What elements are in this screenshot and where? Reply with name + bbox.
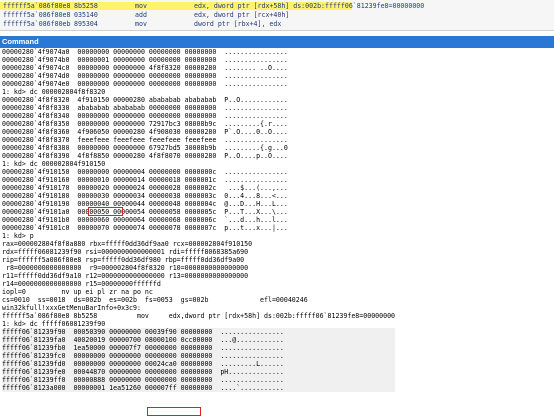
disasm-operands: edx, dword ptr [rdx+58h] ds:002b:fffff06…	[194, 2, 425, 10]
output-line: 00000280`4f910190 00000040 00000044 0000…	[2, 200, 288, 208]
command-output[interactable]: 00000280`4f9074a0 00000000 00000000 0000…	[0, 48, 554, 417]
output-line: 00000280`4f8f8390 4f8f8850 00000280 4f8f…	[2, 152, 288, 160]
disasm-row[interactable]: ffffff5a`086f80e8 035140 add edx, dword …	[0, 11, 554, 19]
disassembly-pane: ffffff5a`086f80e8 8b5258 mov edx, dword …	[0, 0, 554, 31]
disasm-mnemonic: mov	[135, 2, 147, 10]
command-window-title: Command	[2, 37, 39, 46]
output-line: 00000280`4f9074d0 00000000 00000000 0000…	[2, 72, 288, 80]
output-line: 00000280`4f8f8370 feeefeee feeefeee feee…	[2, 136, 288, 144]
output-line: 00000280`4f9074e0 00000000 00000000 0000…	[2, 80, 288, 88]
output-line: cs=0010 ss=0018 ds=002b es=002b fs=0053 …	[2, 296, 308, 304]
output-line: 00000280`4f910180 00000030 00000034 0000…	[2, 192, 288, 200]
output-line: fffff06`81239fe0 00044870 00000000 00000…	[2, 368, 396, 376]
output-line: ffffff5a`086f80e8 8b5258 mov edx,dword p…	[2, 312, 396, 320]
output-line: fffff06`81239fb0 1ea50000 000007f7 00000…	[2, 344, 396, 352]
command-prompt-line: 1: kd> dc fffff06081239f90	[2, 320, 106, 328]
output-line: r11=fffff0dd36df9a10 r12=000000000000000…	[2, 272, 249, 280]
output-line: fffff06`81239fa0 40020019 00000700 08000…	[2, 336, 396, 344]
output-line: 00000280`4f8f8380 00000000 00000000 6792…	[2, 144, 288, 152]
disasm-operands: edx, dword ptr [rcx+40h]	[194, 11, 290, 19]
disasm-address: ffffff5a`086f80e8	[3, 2, 71, 10]
command-prompt-line: 1: kd> dc 000002804f910150	[2, 160, 106, 168]
output-line: r8=0000000000000000 r9=000002804f8f8320 …	[2, 264, 249, 272]
output-line: 00000280`4f910160 00000010 00000014 0000…	[2, 176, 288, 184]
disasm-mnemonic: add	[135, 11, 147, 19]
disasm-address: ffffff5a`086f80eb	[3, 20, 71, 28]
output-line: 00000280`4f9101c0 00000070 00000074 0000…	[2, 224, 288, 232]
output-line: rdx=fffff06081239f90 rsi=000000000000000…	[2, 248, 249, 256]
output-line: fffff06`81239f90 00050390 00000000 00039…	[2, 328, 396, 336]
highlight-box	[88, 207, 123, 216]
disasm-row-current[interactable]: ffffff5a`086f80e8 8b5258 mov edx, dword …	[0, 2, 424, 10]
output-line: 00000280`4f8f8330 abababab abababab 0000…	[2, 104, 288, 112]
output-line: 00000280`4f9074b0 00000001 00000000 0000…	[2, 56, 288, 64]
disasm-bytes: 035140	[74, 11, 98, 19]
command-output-lines: 00000280`4f9074a0 00000000 00000000 0000…	[2, 48, 396, 392]
command-prompt-line: 1: kd> dc 000002804f8f8320	[2, 88, 106, 96]
output-line: r14=0000000000000000 r15=00000000ffffffd	[2, 280, 161, 288]
output-line: 00000280`4f8f8360 4f906050 00000280 4f90…	[2, 128, 288, 136]
output-line: rax=000002804f8f8a880 rbx=fffff0dd36df9a…	[2, 240, 253, 248]
output-line: fffff06`81239fc0 00000000 00000000 00000…	[2, 352, 396, 360]
disasm-bytes: 8b5258	[74, 2, 98, 10]
output-line: iopl=0 nv up ei pl zr na po nc	[2, 288, 153, 296]
disasm-address: ffffff5a`086f80e8	[3, 11, 71, 19]
output-line: 00000280`4f8f8340 00000000 00000000 0000…	[2, 112, 288, 120]
output-line: 00000280`4f910170 00000020 00000024 0000…	[2, 184, 288, 192]
command-prompt-line: 1: kd> p	[2, 232, 34, 240]
output-line: rip=ffffff5a086f80e8 rsp=fffff0dd36df980…	[2, 256, 245, 264]
output-line: 00000280`4f9074a0 00000000 00000000 0000…	[2, 48, 288, 56]
output-line: 00000280`4f8f8320 4f910150 00000280 abab…	[2, 96, 288, 104]
output-line: 00000280`4f8f8350 00000000 00000000 7291…	[2, 120, 288, 128]
output-line: 00000280`4f910150 00000000 00000004 0000…	[2, 168, 288, 176]
output-line: fffff06`81239fd0 00000000 00000000 00024…	[2, 360, 396, 368]
output-line: fffff06`81239ff0 00000888 00000000 00000…	[2, 376, 396, 384]
disasm-bytes: 895304	[74, 20, 98, 28]
output-line: fffff06`8123a000 00000001 1ea51260 00000…	[2, 384, 396, 392]
disasm-operands: dword ptr [rbx+4], edx	[194, 20, 282, 28]
command-window-titlebar[interactable]: Command	[0, 36, 554, 48]
output-line: win32kfull!xxxGetMenuBarInfo+0x3c9:	[2, 304, 141, 312]
output-line: 00000280`4f9101a0 00000050 00000054 0000…	[2, 208, 288, 216]
output-line: 00000280`4f9101b0 00000060 00000064 0000…	[2, 216, 288, 224]
highlight-box	[147, 407, 201, 416]
output-line: 00000280`4f9074c0 00000000 00000000 4f8f…	[2, 64, 288, 72]
disasm-row[interactable]: ffffff5a`086f80eb 895304 mov dword ptr […	[0, 20, 554, 28]
disasm-mnemonic: mov	[135, 20, 147, 28]
